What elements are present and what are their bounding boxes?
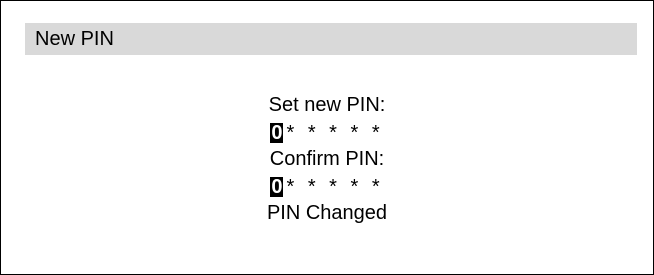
new-pin-masked-digits: * * * * *	[286, 121, 384, 144]
status-message: PIN Changed	[266, 202, 388, 224]
confirm-pin-input[interactable]: 0 * * * * *	[270, 173, 383, 200]
confirm-pin-row: 0 * * * * *	[1, 173, 653, 200]
new-pin-input[interactable]: 0 * * * * *	[270, 119, 383, 146]
new-pin-cursor-digit[interactable]: 0	[270, 122, 284, 143]
dialog-title: New PIN	[35, 28, 114, 50]
confirm-pin-label: Confirm PIN:	[269, 148, 385, 170]
pin-form: Set new PIN: 0 * * * * * Confirm PIN: 0 * …	[1, 92, 653, 227]
new-pin-row: 0 * * * * *	[1, 119, 653, 146]
pin-dialog: New PIN Set new PIN: 0 * * * * * Confirm …	[0, 0, 654, 275]
confirm-pin-cursor-digit[interactable]: 0	[270, 176, 284, 197]
title-bar: New PIN	[25, 23, 637, 55]
confirm-pin-masked-digits: * * * * *	[286, 175, 384, 198]
new-pin-label: Set new PIN:	[268, 94, 386, 116]
